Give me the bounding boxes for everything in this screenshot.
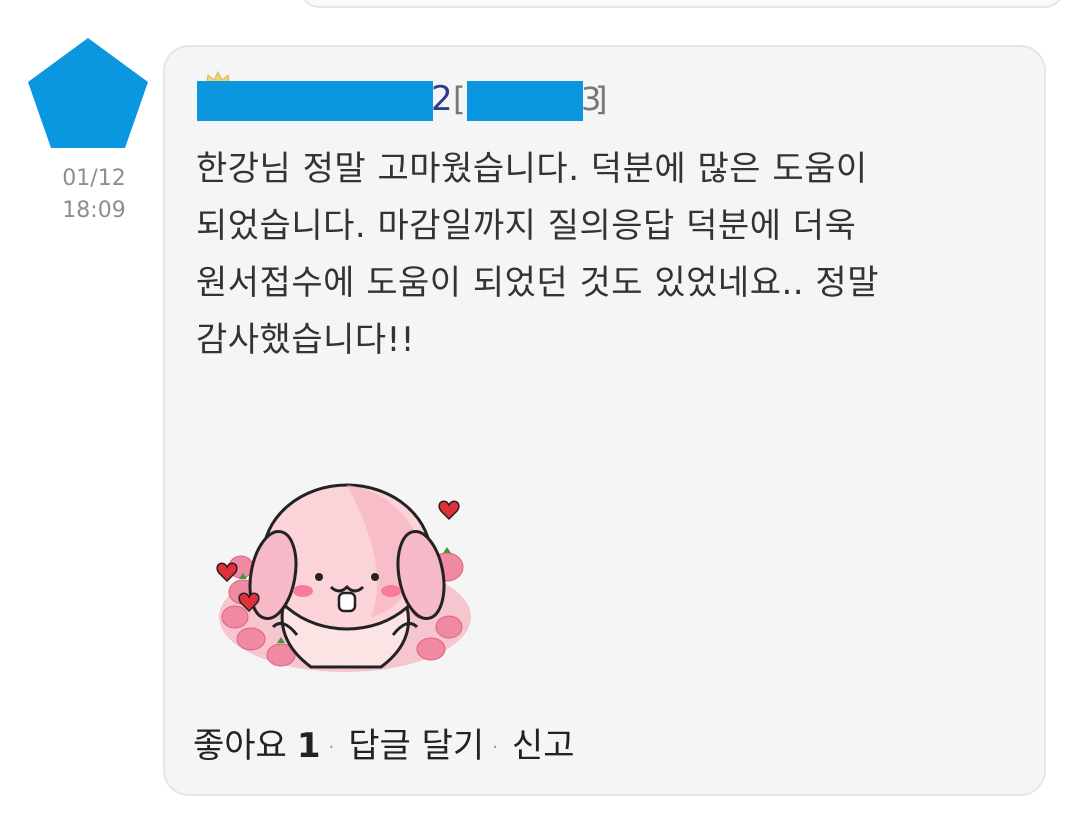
- comment-line: 되었습니다. 마감일까지 질의응답 덕분에 더욱: [196, 206, 857, 246]
- avatar-pentagon: [28, 38, 148, 148]
- author-row[interactable]: 2 [ 3 ]: [197, 71, 677, 125]
- tag-bracket-close: ]: [595, 80, 608, 118]
- author-tag-redacted: [467, 81, 583, 121]
- like-button[interactable]: 좋아요 1: [193, 726, 321, 766]
- comment-text: 한강님 정말 고마웠습니다. 덕분에 많은 도움이 되었습니다. 마감일까지 질…: [196, 141, 1026, 369]
- comment-card: 2 [ 3 ] 한강님 정말 고마웠습니다. 덕분에 많은 도움이 되었습니다.…: [163, 45, 1046, 796]
- separator: ·: [328, 736, 335, 758]
- separator: ·: [492, 736, 498, 758]
- author-name-tail: 2: [431, 79, 453, 119]
- comment-time: 18:09: [62, 198, 126, 223]
- comment-line: 감사했습니다!!: [196, 320, 415, 360]
- comment-actions: 좋아요 1 · 답글 달기 · 신고: [193, 723, 574, 769]
- comment-line: 원서접수에 도움이 되었던 것도 있었네요.. 정말: [196, 263, 879, 303]
- avatar[interactable]: [28, 38, 148, 152]
- comment-line: 한강님 정말 고마웠습니다. 덕분에 많은 도움이: [196, 149, 868, 189]
- puppy-sticker: [216, 483, 471, 672]
- tag-bracket-open: [: [453, 80, 466, 118]
- like-count: 1: [296, 726, 321, 766]
- comment-date: 01/12: [62, 166, 126, 191]
- like-label: 좋아요: [193, 726, 287, 766]
- reply-button[interactable]: 답글 달기: [348, 726, 484, 766]
- previous-comment-edge: [300, 0, 1064, 8]
- report-button[interactable]: 신고: [512, 726, 575, 766]
- author-name-redacted: [197, 81, 433, 121]
